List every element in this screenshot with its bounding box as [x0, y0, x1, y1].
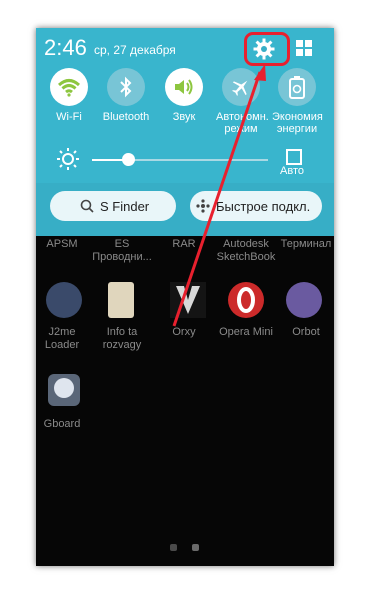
phone-screen: 2:46 ср, 27 декабря Wi-Fi Bluetooth Звук… — [36, 28, 334, 566]
annotation-arrow — [172, 64, 266, 327]
